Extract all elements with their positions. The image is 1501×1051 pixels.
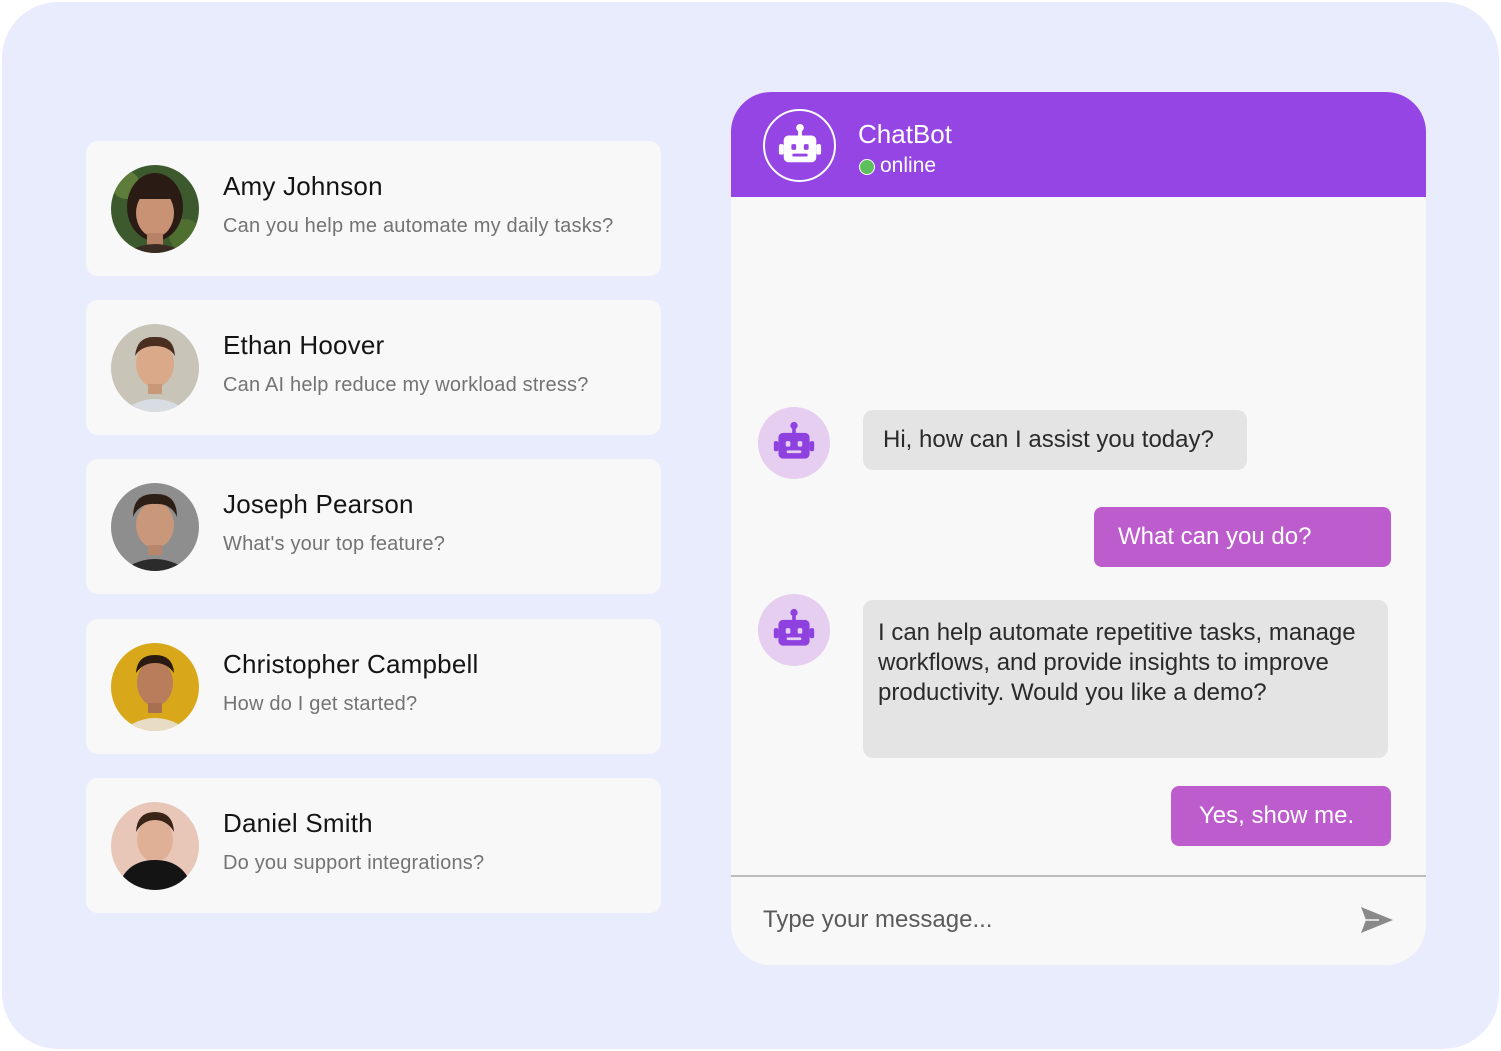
contact-preview: Do you support integrations? xyxy=(223,852,485,874)
robot-icon xyxy=(773,421,815,459)
contact-name: Christopher Campbell xyxy=(223,649,479,679)
chat-header: ChatBot online xyxy=(731,92,1426,197)
app-background: Amy Johnson Can you help me automate my … xyxy=(2,2,1499,1049)
composer-divider xyxy=(731,875,1426,877)
bot-message-bubble: I can help automate repetitive tasks, ma… xyxy=(863,600,1388,758)
send-button[interactable] xyxy=(1357,902,1397,938)
contact-name: Joseph Pearson xyxy=(223,489,414,519)
avatar xyxy=(111,165,199,253)
avatar xyxy=(111,324,199,412)
avatar xyxy=(111,483,199,571)
contact-item-ethan-hoover[interactable]: Ethan Hoover Can AI help reduce my workl… xyxy=(86,300,661,435)
contact-item-joseph-pearson[interactable]: Joseph Pearson What's your top feature? xyxy=(86,459,661,594)
contact-item-daniel-smith[interactable]: Daniel Smith Do you support integrations… xyxy=(86,778,661,913)
contact-name: Amy Johnson xyxy=(223,171,383,201)
bot-message-avatar xyxy=(758,594,830,666)
user-message-bubble: Yes, show me. xyxy=(1171,786,1391,846)
bot-message-avatar xyxy=(758,407,830,479)
robot-icon xyxy=(773,608,815,646)
contact-preview: Can AI help reduce my workload stress? xyxy=(223,374,589,396)
bot-message-bubble: Hi, how can I assist you today? xyxy=(863,410,1247,470)
chatbot-avatar xyxy=(763,109,836,182)
contact-item-amy-johnson[interactable]: Amy Johnson Can you help me automate my … xyxy=(86,141,661,276)
avatar xyxy=(111,802,199,890)
message-input[interactable] xyxy=(763,900,1343,940)
chat-title: ChatBot xyxy=(858,119,952,149)
contact-name: Ethan Hoover xyxy=(223,330,385,360)
contact-name: Daniel Smith xyxy=(223,808,373,838)
send-icon xyxy=(1361,907,1393,933)
contact-preview: How do I get started? xyxy=(223,693,418,715)
chat-window: ChatBot online Hi, how can I assist you … xyxy=(731,92,1426,965)
online-status-dot xyxy=(859,159,875,175)
user-message-bubble: What can you do? xyxy=(1094,507,1391,567)
robot-icon xyxy=(778,123,821,162)
contact-item-christopher-campbell[interactable]: Christopher Campbell How do I get starte… xyxy=(86,619,661,754)
chat-status: online xyxy=(880,154,937,177)
contact-preview: What's your top feature? xyxy=(223,533,446,555)
avatar xyxy=(111,643,199,731)
contact-preview: Can you help me automate my daily tasks? xyxy=(223,215,614,237)
